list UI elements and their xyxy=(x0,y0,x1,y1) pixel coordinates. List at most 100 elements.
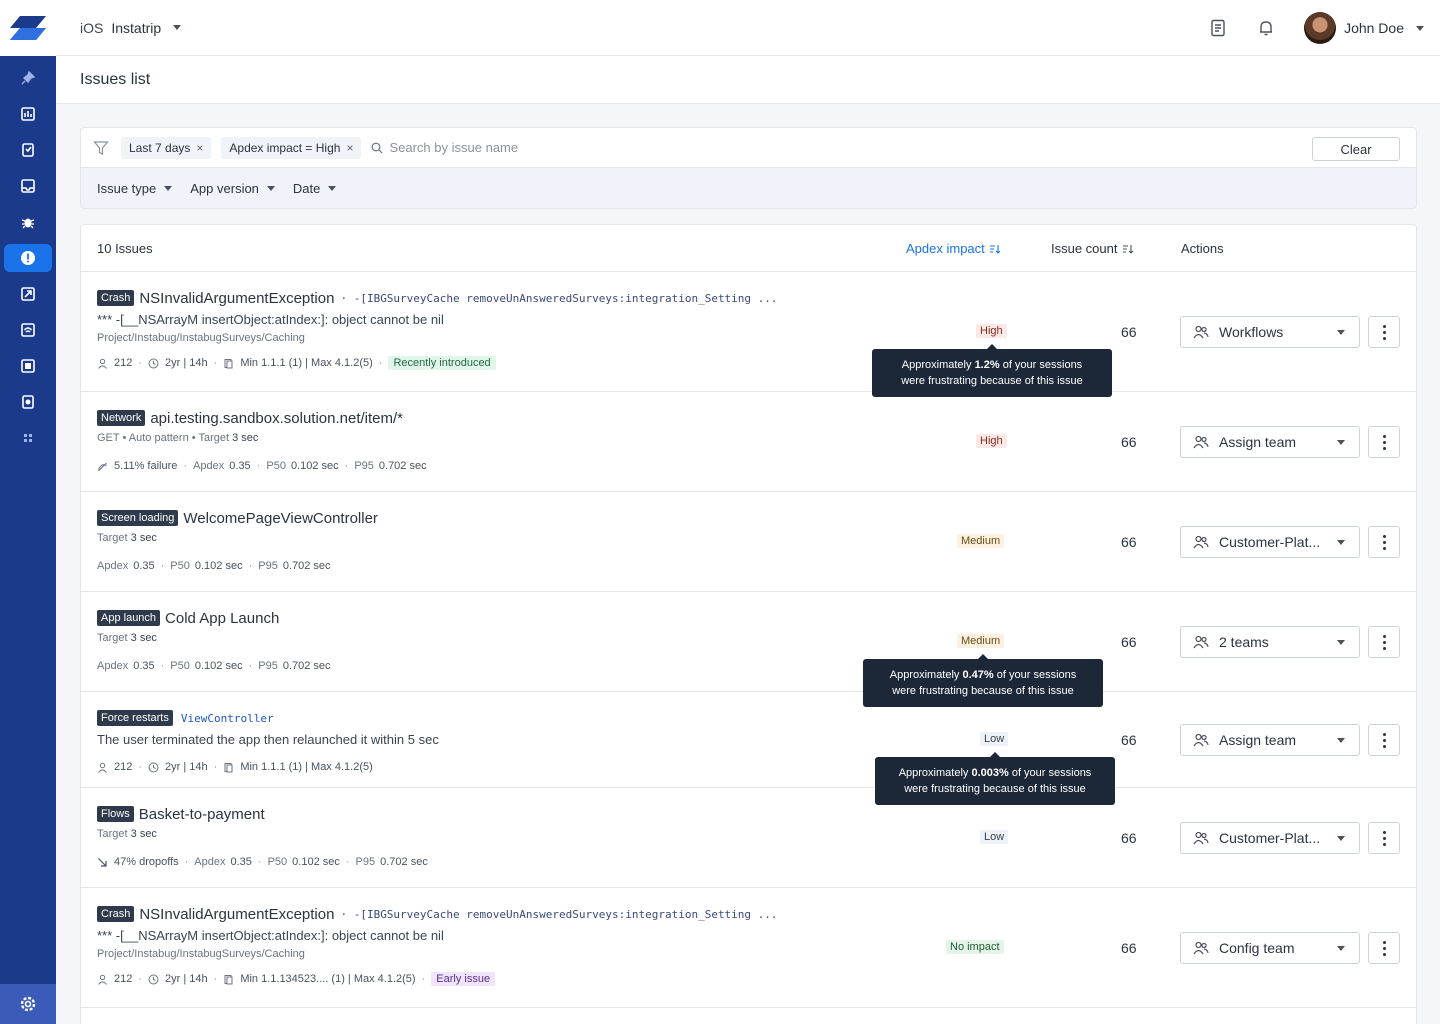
team-dropdown[interactable]: Assign team xyxy=(1180,426,1360,458)
pin-icon[interactable] xyxy=(4,64,52,92)
user-name[interactable]: John Doe xyxy=(1344,20,1404,36)
apps-grid-icon[interactable] xyxy=(4,424,52,452)
page-header: Issues list xyxy=(56,56,1440,104)
filter-chip-apdex[interactable]: Apdex impact = High × xyxy=(221,136,362,159)
screens-icon[interactable] xyxy=(4,352,52,380)
user-icon xyxy=(98,974,107,985)
instabug-logo[interactable] xyxy=(0,0,56,56)
search-input[interactable] xyxy=(389,140,790,155)
team-dropdown[interactable]: Customer-Plat... xyxy=(1180,526,1360,558)
issue-type-dropdown[interactable]: Issue type xyxy=(97,181,173,196)
more-actions-button[interactable] xyxy=(1368,932,1400,964)
issue-title[interactable]: NSInvalidArgumentException xyxy=(139,290,334,307)
issue-type-tag: App launch xyxy=(97,610,161,626)
issues-count: 10 Issues xyxy=(97,241,153,256)
inbox-icon[interactable] xyxy=(4,172,52,200)
filter-panel: Last 7 days× Apdex impact = High× Clear … xyxy=(80,127,1417,209)
close-icon[interactable]: × xyxy=(346,141,353,155)
date-dropdown[interactable]: Date xyxy=(293,181,337,196)
issue-meta: 212 · 2yr | 14h · Min 1.1.1 (1) | Max 4.1.… xyxy=(97,761,439,773)
issue-description: GET • Auto pattern • Target 3 sec xyxy=(97,432,259,444)
apdex-impact-badge[interactable]: Low xyxy=(980,732,1009,746)
more-actions-button[interactable] xyxy=(1368,526,1400,558)
actions-column-header: Actions xyxy=(1181,241,1224,256)
apdex-column-header[interactable]: Apdex impact xyxy=(906,241,1001,256)
dropoff-icon xyxy=(98,857,107,867)
clear-button[interactable]: Clear xyxy=(1312,137,1400,161)
team-dropdown[interactable]: Workflows xyxy=(1180,316,1360,348)
bell-icon[interactable] xyxy=(1256,18,1276,38)
issue-title[interactable]: ViewController xyxy=(181,712,274,725)
issue-meta: Apdex 0.35 · P50 0.102 sec · P95 0.702 sec xyxy=(97,660,331,672)
issue-count: 66 xyxy=(1121,732,1137,748)
apdex-tooltip: Approximately 0.003% of your sessions wer… xyxy=(875,752,1115,805)
apdex-impact-badge[interactable]: High xyxy=(976,434,1007,448)
more-actions-button[interactable] xyxy=(1368,724,1400,756)
more-actions-button[interactable] xyxy=(1368,316,1400,348)
clock-icon xyxy=(148,974,159,984)
table-row[interactable]: Network api.testing.sandbox.solution.net… xyxy=(81,392,1416,492)
chevron-down-icon xyxy=(1337,737,1345,743)
team-dropdown[interactable]: Assign team xyxy=(1180,724,1360,756)
releases-icon[interactable] xyxy=(4,388,52,416)
team-icon xyxy=(1193,435,1209,449)
app-switcher[interactable]: Instatrip xyxy=(111,20,161,36)
more-actions-button[interactable] xyxy=(1368,822,1400,854)
document-icon[interactable] xyxy=(1208,18,1228,38)
avatar[interactable] xyxy=(1304,12,1337,44)
issue-reference: · -[IBGSurveyCache removeUnAnsweredSurve… xyxy=(340,291,778,305)
issue-description: The user terminated the app then relaunc… xyxy=(97,732,439,747)
issue-meta: 5.11% failure · Apdex 0.35 · P50 0.102 sec · … xyxy=(97,460,427,472)
issue-meta: Apdex 0.35 · P50 0.102 sec · P95 0.702 sec xyxy=(97,560,331,572)
bug-icon[interactable] xyxy=(4,208,52,236)
apdex-impact-badge[interactable]: High xyxy=(976,324,1007,338)
team-icon xyxy=(1193,635,1209,649)
team-dropdown[interactable]: Config team xyxy=(1180,932,1360,964)
close-icon[interactable]: × xyxy=(196,141,203,155)
chevron-down-icon[interactable] xyxy=(1416,25,1424,31)
issue-title[interactable]: Cold App Launch xyxy=(165,610,279,627)
issue-description: Target 3 sec xyxy=(97,532,157,544)
table-row[interactable]: App launch Cold App Launch Target 3 sec … xyxy=(81,592,1416,707)
apdex-impact-badge[interactable]: Low xyxy=(980,830,1009,844)
issue-count-column-header[interactable]: Issue count xyxy=(1051,241,1134,256)
issues-table: 10 Issues Apdex impact Issue count Actio… xyxy=(80,224,1417,1024)
issue-title[interactable]: WelcomePageViewController xyxy=(183,510,378,527)
team-dropdown[interactable]: 2 teams xyxy=(1180,626,1360,658)
table-row[interactable]: Crash NSInvalidArgumentException · -[IBG… xyxy=(81,272,1416,397)
issue-description: Target 3 sec xyxy=(97,632,157,644)
sort-icon xyxy=(1122,244,1133,254)
issue-type-tag: Crash xyxy=(97,906,135,922)
table-row[interactable]: Flows Basket-to-payment Target 3 sec 47%… xyxy=(81,788,1416,888)
reports-icon[interactable] xyxy=(4,136,52,164)
table-row[interactable]: Screen loading WelcomePageViewController… xyxy=(81,492,1416,592)
chevron-down-icon xyxy=(1337,639,1345,645)
user-icon xyxy=(98,762,107,773)
table-row[interactable]: Force restarts ViewController The user t… xyxy=(81,692,1416,805)
more-actions-button[interactable] xyxy=(1368,626,1400,658)
issue-count: 66 xyxy=(1121,534,1137,550)
more-actions-button[interactable] xyxy=(1368,426,1400,458)
apdex-impact-badge[interactable]: Medium xyxy=(957,634,1005,648)
chevron-down-icon xyxy=(1337,835,1345,841)
filter-chip-date[interactable]: Last 7 days × xyxy=(121,136,212,159)
app-version-dropdown[interactable]: App version xyxy=(190,181,275,196)
version-icon xyxy=(224,762,233,772)
chevron-down-icon[interactable] xyxy=(173,25,182,30)
team-dropdown[interactable]: Customer-Plat... xyxy=(1180,822,1360,854)
settings-gear-icon[interactable] xyxy=(0,984,56,1024)
issues-icon[interactable] xyxy=(4,244,52,272)
launches-icon[interactable] xyxy=(4,280,52,308)
sort-icon xyxy=(989,244,1001,254)
apdex-impact-badge[interactable]: Medium xyxy=(957,534,1005,548)
issue-title[interactable]: NSInvalidArgumentException xyxy=(139,906,334,923)
network-icon[interactable] xyxy=(4,316,52,344)
filter-icon[interactable] xyxy=(93,140,109,156)
apdex-impact-badge[interactable]: No impact xyxy=(946,940,1004,954)
issue-title[interactable]: Basket-to-payment xyxy=(139,806,265,823)
issue-title[interactable]: api.testing.sandbox.solution.net/item/* xyxy=(150,410,403,427)
version-icon xyxy=(224,358,233,368)
clock-icon xyxy=(148,358,159,368)
dashboard-icon[interactable] xyxy=(4,100,52,128)
table-row[interactable]: Crash NSInvalidArgumentException · -[IBG… xyxy=(81,888,1416,1008)
